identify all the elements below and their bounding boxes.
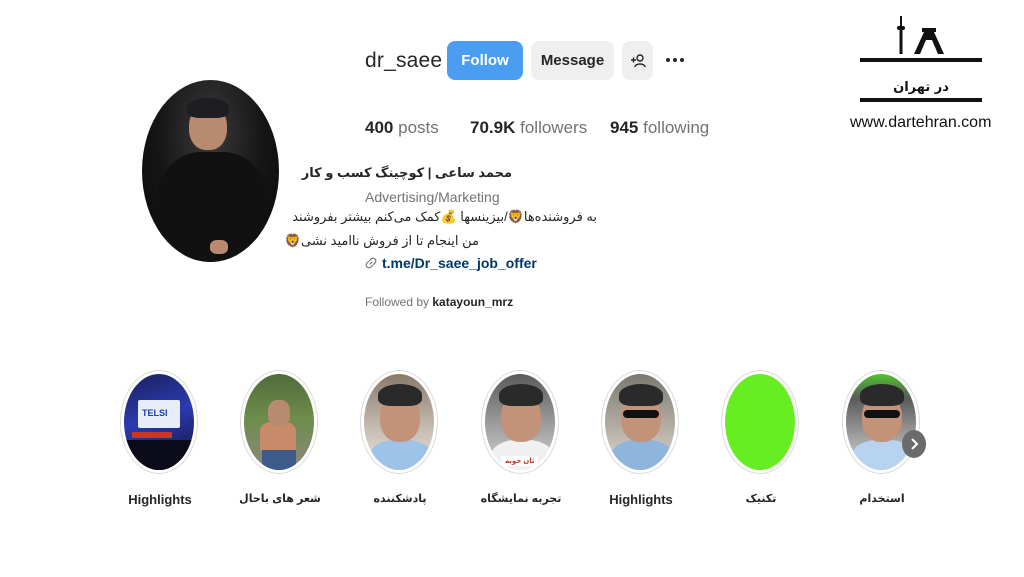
bio-line-2: من اینجام تا از فروش ناامید نشی🦁 bbox=[284, 233, 479, 248]
avatar-hand bbox=[210, 240, 228, 254]
following-count: 945 bbox=[610, 118, 639, 137]
person-hair bbox=[499, 384, 543, 406]
posts-stat: 400 posts bbox=[365, 118, 439, 138]
highlight-item[interactable]: تکنیک bbox=[721, 370, 801, 505]
more-dot-icon bbox=[680, 58, 684, 62]
message-button[interactable]: Message bbox=[531, 41, 614, 80]
followers-label: followers bbox=[520, 118, 588, 137]
profile-avatar[interactable] bbox=[142, 80, 279, 262]
highlight-ring bbox=[842, 370, 920, 474]
cover-text-overlay: ثان خوبه bbox=[501, 456, 539, 466]
followers-count: 70.9K bbox=[470, 118, 516, 137]
highlights-next-button[interactable] bbox=[902, 430, 926, 458]
highlight-item[interactable]: TELSI Highlights bbox=[120, 370, 200, 507]
more-dot-icon bbox=[666, 58, 670, 62]
dartehran-logo: در تهران bbox=[860, 16, 982, 104]
highlight-ring: TELSI bbox=[120, 370, 198, 474]
add-user-icon bbox=[630, 53, 646, 67]
followed-by: Followed by katayoun_mrz bbox=[365, 295, 513, 309]
highlight-ring bbox=[240, 370, 318, 474]
bio-link[interactable]: t.me/Dr_saee_job_offer bbox=[365, 255, 537, 271]
chevron-right-icon bbox=[911, 438, 919, 450]
more-dot-icon bbox=[673, 58, 677, 62]
highlight-ring: ثان خوبه bbox=[481, 370, 559, 474]
watermark-site: www.dartehran.com bbox=[850, 114, 992, 131]
highlight-cover: ثان خوبه bbox=[485, 374, 555, 470]
sunglasses bbox=[623, 410, 659, 418]
highlight-cover bbox=[605, 374, 675, 470]
highlight-ring bbox=[601, 370, 679, 474]
link-text: t.me/Dr_saee_job_offer bbox=[382, 255, 537, 271]
screen-text: TELSI bbox=[142, 408, 168, 418]
highlight-cover bbox=[244, 374, 314, 470]
person-hair bbox=[378, 384, 422, 406]
posts-label: posts bbox=[398, 118, 439, 137]
bio-line-1: به فروشنده‌ها🦁/بیزینسها 💰کمک می‌کنم بیشت… bbox=[292, 209, 597, 224]
highlight-ring bbox=[721, 370, 799, 474]
person-hair bbox=[619, 384, 663, 406]
follow-button[interactable]: Follow bbox=[447, 41, 523, 80]
highlight-label: Highlights bbox=[128, 492, 192, 507]
highlight-label: پادشکننده bbox=[373, 493, 427, 505]
highlight-label: تکنیک bbox=[745, 493, 777, 505]
highlight-label: استخدام bbox=[859, 493, 905, 505]
person-shirt bbox=[611, 440, 673, 470]
posts-count: 400 bbox=[365, 118, 394, 137]
person-hair bbox=[860, 384, 904, 406]
sunglasses bbox=[864, 410, 900, 418]
crowd bbox=[124, 440, 194, 470]
person-head bbox=[268, 400, 290, 426]
link-icon bbox=[365, 257, 377, 269]
followed-by-prefix: Followed by bbox=[365, 295, 430, 309]
highlight-label: شعر های باحال bbox=[239, 493, 321, 505]
highlight-label: تجربه نمایشگاه bbox=[480, 493, 562, 505]
person-shirt bbox=[260, 422, 296, 452]
highlight-cover: TELSI bbox=[124, 374, 194, 470]
logo-text: در تهران bbox=[893, 80, 949, 95]
highlight-item[interactable]: شعر های باحال bbox=[239, 370, 321, 505]
stage-banner bbox=[132, 432, 172, 438]
person-jeans bbox=[262, 450, 296, 470]
highlight-item[interactable]: Highlights bbox=[601, 370, 681, 507]
stage-screen: TELSI bbox=[138, 400, 180, 428]
more-options-button[interactable] bbox=[664, 50, 686, 70]
following-label: following bbox=[643, 118, 710, 137]
highlight-item[interactable]: پادشکننده bbox=[360, 370, 440, 505]
full-name: محمد ساعی | کوچینگ کسب و کار bbox=[301, 165, 512, 180]
avatar-hair bbox=[187, 98, 229, 118]
highlight-cover bbox=[364, 374, 434, 470]
add-user-button[interactable] bbox=[622, 41, 653, 80]
followed-by-user[interactable]: katayoun_mrz bbox=[432, 295, 513, 309]
following-stat[interactable]: 945 following bbox=[610, 118, 709, 138]
highlight-ring bbox=[360, 370, 438, 474]
person-shirt bbox=[370, 440, 432, 470]
highlight-item[interactable]: ثان خوبه تجربه نمایشگاه bbox=[481, 370, 561, 505]
highlight-label: Highlights bbox=[609, 492, 673, 507]
highlight-cover bbox=[725, 374, 795, 470]
highlight-item[interactable]: استخدام bbox=[842, 370, 922, 505]
highlight-cover bbox=[846, 374, 916, 470]
category-label: Advertising/Marketing bbox=[365, 189, 500, 205]
username: dr_saee bbox=[365, 49, 443, 72]
followers-stat[interactable]: 70.9K followers bbox=[470, 118, 587, 138]
